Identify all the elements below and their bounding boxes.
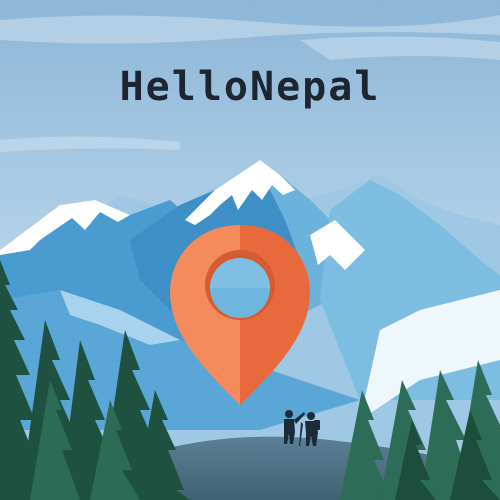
splash-screen: HelloNepal — [0, 0, 500, 500]
app-title: HelloNepal — [119, 64, 381, 110]
